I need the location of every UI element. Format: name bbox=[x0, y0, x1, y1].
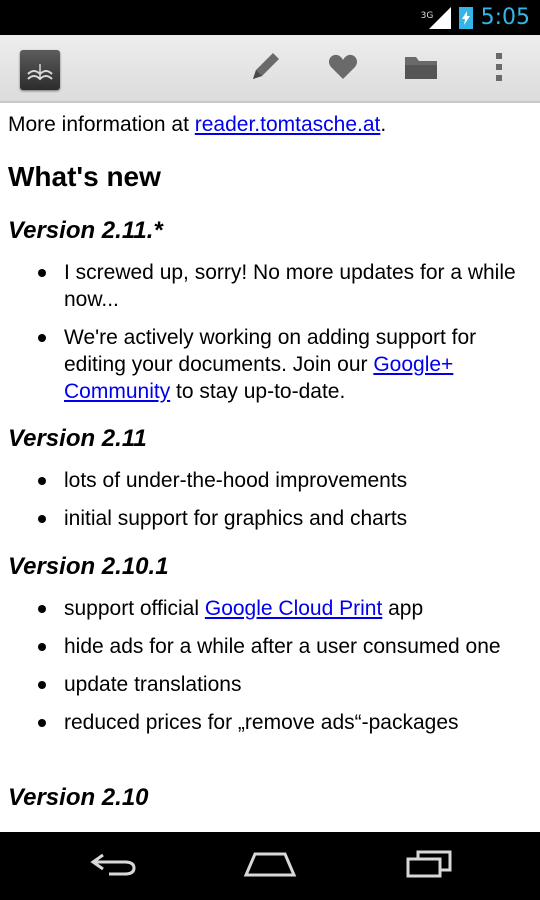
version-title: Version 2.10.1 bbox=[8, 553, 169, 580]
google-cloud-print-link[interactable]: Google Cloud Print bbox=[205, 597, 382, 620]
change-item: hide ads for a while after a user consum… bbox=[38, 633, 524, 660]
version-title: Version 2.10 bbox=[8, 784, 149, 811]
clock: 5:05 bbox=[480, 5, 530, 30]
version-changes-list: support official Google Cloud Print app … bbox=[0, 595, 524, 747]
change-item: initial support for graphics and charts bbox=[38, 505, 524, 532]
version-changes-list: I screwed up, sorry! No more updates for… bbox=[0, 259, 524, 416]
change-text: support official bbox=[64, 597, 205, 620]
network-type: 3G bbox=[420, 10, 434, 21]
recent-apps-icon bbox=[404, 850, 454, 882]
version-title: Version 2.11 bbox=[8, 425, 147, 452]
signal-icon: 3G bbox=[421, 6, 451, 29]
version-changes-list: lots of under-the-hood improvements init… bbox=[0, 467, 524, 543]
back-button[interactable] bbox=[68, 844, 158, 888]
pencil-icon bbox=[247, 49, 283, 89]
intro-text: More information at bbox=[8, 113, 195, 136]
version-title: Version 2.11.* bbox=[8, 217, 163, 244]
edit-button[interactable] bbox=[242, 47, 288, 91]
change-item: We're actively working on adding support… bbox=[38, 324, 524, 405]
recent-apps-button[interactable] bbox=[384, 844, 474, 888]
home-button[interactable] bbox=[225, 844, 315, 888]
back-icon bbox=[89, 851, 137, 881]
change-item: lots of under-the-hood improvements bbox=[38, 467, 524, 494]
change-item: I screwed up, sorry! No more updates for… bbox=[38, 259, 524, 313]
website-link[interactable]: reader.tomtasche.at bbox=[195, 113, 381, 136]
battery-icon bbox=[458, 6, 473, 29]
navigation-bar bbox=[0, 832, 540, 900]
overflow-menu-icon bbox=[495, 52, 503, 86]
action-bar bbox=[0, 35, 540, 103]
status-bar: 3G 5:05 bbox=[0, 0, 540, 35]
whats-new-page: More information at reader.tomtasche.at.… bbox=[0, 103, 540, 832]
change-text: app bbox=[382, 597, 424, 620]
document-reader-app-icon[interactable] bbox=[20, 50, 60, 90]
heart-icon bbox=[328, 53, 358, 85]
change-text: to stay up-to-date. bbox=[170, 380, 346, 403]
folder-icon bbox=[403, 53, 439, 85]
change-item: update translations bbox=[38, 671, 524, 698]
home-icon bbox=[243, 851, 297, 881]
intro-line: More information at reader.tomtasche.at. bbox=[8, 113, 386, 137]
page-heading: What's new bbox=[8, 161, 161, 192]
open-button[interactable] bbox=[398, 47, 444, 91]
favorite-button[interactable] bbox=[320, 47, 366, 91]
change-item: reduced prices for „remove ads“-packages bbox=[38, 709, 524, 736]
change-item: support official Google Cloud Print app bbox=[38, 595, 524, 622]
intro-suffix: . bbox=[380, 113, 387, 136]
overflow-menu-button[interactable] bbox=[476, 47, 522, 91]
